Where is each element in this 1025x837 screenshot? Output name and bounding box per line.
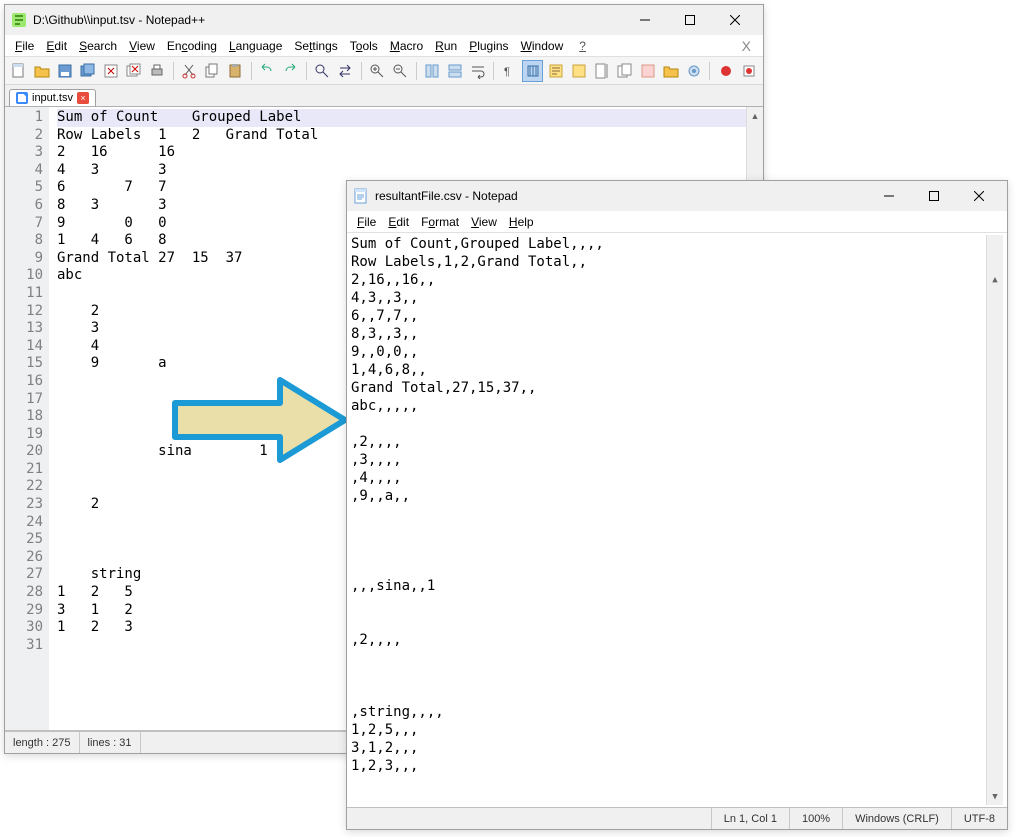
menu-view[interactable]: View — [467, 213, 501, 231]
zoom-in-icon[interactable] — [367, 60, 388, 82]
menu-file[interactable]: File — [353, 213, 380, 231]
zoom-out-icon[interactable] — [390, 60, 411, 82]
stop-record-icon[interactable] — [738, 60, 759, 82]
folder-tree-icon[interactable] — [568, 60, 589, 82]
menu-settings[interactable]: Settings — [290, 37, 341, 55]
scroll-up-icon[interactable]: ▲ — [747, 107, 763, 124]
npp-title: D:\Github\\input.tsv - Notepad++ — [33, 13, 622, 27]
menu-edit[interactable]: Edit — [384, 213, 413, 231]
close-button[interactable] — [712, 6, 757, 34]
arrow-icon — [170, 375, 350, 465]
show-all-chars-icon[interactable]: ¶ — [499, 60, 520, 82]
menu-language[interactable]: Language — [225, 37, 286, 55]
vertical-scrollbar[interactable]: ▲ ▼ — [986, 235, 1003, 805]
save-icon[interactable] — [55, 60, 76, 82]
menu-help[interactable]: ? — [575, 37, 590, 55]
wrap-icon[interactable] — [467, 60, 488, 82]
menu-file[interactable]: File — [11, 37, 38, 55]
monitor-icon[interactable] — [683, 60, 704, 82]
find-icon[interactable] — [312, 60, 333, 82]
npp-window-buttons — [622, 6, 757, 34]
open-file-icon[interactable] — [32, 60, 53, 82]
menu-format[interactable]: Format — [417, 213, 463, 231]
close-file-icon[interactable] — [101, 60, 122, 82]
svg-text:¶: ¶ — [504, 66, 510, 78]
status-pos: Ln 1, Col 1 — [711, 808, 789, 829]
function-icon[interactable] — [637, 60, 658, 82]
menu-tools[interactable]: Tools — [346, 37, 382, 55]
menu-encoding[interactable]: Encoding — [163, 37, 221, 55]
np-content[interactable]: Sum of Count,Grouped Label,,,, Row Label… — [347, 233, 1007, 807]
func-list-icon[interactable] — [545, 60, 566, 82]
status-zoom: 100% — [789, 808, 842, 829]
np-titlebar[interactable]: resultantFile.csv - Notepad — [347, 181, 1007, 211]
npp-menubar: File Edit Search View Encoding Language … — [5, 35, 763, 57]
np-menubar: File Edit Format View Help — [347, 211, 1007, 233]
npp-toolbar: ¶ — [5, 57, 763, 85]
menu-macro[interactable]: Macro — [386, 37, 427, 55]
notepad-icon — [353, 188, 369, 204]
redo-icon[interactable] — [280, 60, 301, 82]
menu-window[interactable]: Window — [517, 37, 568, 55]
line-number-gutter: 1234567891011121314151617181920212223242… — [5, 107, 49, 730]
tab-close-x[interactable]: X — [736, 38, 757, 54]
sync-h-icon[interactable] — [445, 60, 466, 82]
menu-edit[interactable]: Edit — [42, 37, 71, 55]
minimize-button[interactable] — [866, 182, 911, 210]
doc-map-icon[interactable] — [591, 60, 612, 82]
minimize-button[interactable] — [622, 6, 667, 34]
doc-list-icon[interactable] — [614, 60, 635, 82]
np-text-area[interactable]: Sum of Count,Grouped Label,,,, Row Label… — [351, 235, 986, 805]
indent-guide-icon[interactable] — [522, 60, 543, 82]
copy-icon[interactable] — [202, 60, 223, 82]
undo-icon[interactable] — [257, 60, 278, 82]
replace-icon[interactable] — [335, 60, 356, 82]
close-all-icon[interactable] — [124, 60, 145, 82]
close-button[interactable] — [956, 182, 1001, 210]
record-icon[interactable] — [715, 60, 736, 82]
save-all-icon[interactable] — [78, 60, 99, 82]
menu-help[interactable]: Help — [505, 213, 538, 231]
status-lines: lines : 31 — [80, 732, 141, 753]
paste-icon[interactable] — [225, 60, 246, 82]
new-file-icon[interactable] — [9, 60, 30, 82]
scroll-down-icon[interactable]: ▼ — [987, 788, 1003, 805]
scroll-up-icon[interactable]: ▲ — [987, 271, 1003, 288]
menu-search[interactable]: Search — [75, 37, 121, 55]
file-icon — [16, 92, 28, 104]
folder-icon[interactable] — [660, 60, 681, 82]
np-title: resultantFile.csv - Notepad — [375, 189, 866, 203]
maximize-button[interactable] — [911, 182, 956, 210]
notepad-window: resultantFile.csv - Notepad File Edit Fo… — [346, 180, 1008, 830]
npp-tabstrip: input.tsv × — [5, 85, 763, 107]
file-tab-input-tsv[interactable]: input.tsv × — [9, 89, 96, 106]
status-encoding: Windows (CRLF) — [842, 808, 951, 829]
cut-icon[interactable] — [179, 60, 200, 82]
status-charset: UTF-8 — [951, 808, 1007, 829]
notepadpp-icon — [11, 12, 27, 28]
menu-plugins[interactable]: Plugins — [465, 37, 512, 55]
file-tab-label: input.tsv — [32, 92, 73, 104]
npp-titlebar[interactable]: D:\Github\\input.tsv - Notepad++ — [5, 5, 763, 35]
menu-run[interactable]: Run — [431, 37, 461, 55]
maximize-button[interactable] — [667, 6, 712, 34]
sync-v-icon[interactable] — [422, 60, 443, 82]
tab-close-icon[interactable]: × — [77, 92, 89, 104]
print-icon[interactable] — [147, 60, 168, 82]
menu-view[interactable]: View — [125, 37, 159, 55]
status-length: length : 275 — [5, 732, 80, 753]
np-statusbar: Ln 1, Col 1 100% Windows (CRLF) UTF-8 — [347, 807, 1007, 829]
np-window-buttons — [866, 182, 1001, 210]
